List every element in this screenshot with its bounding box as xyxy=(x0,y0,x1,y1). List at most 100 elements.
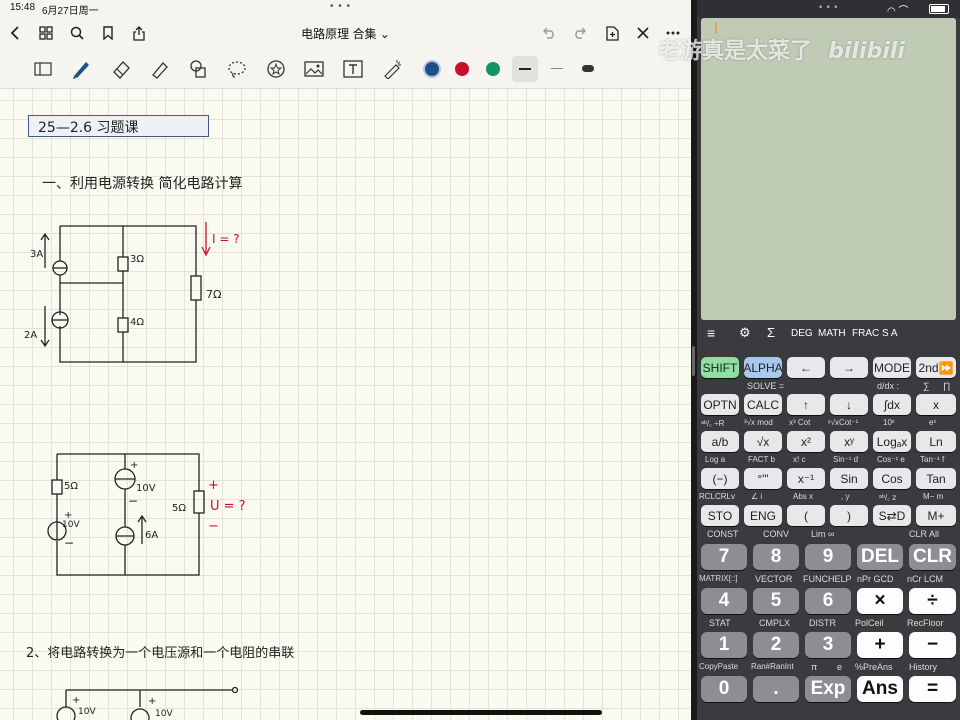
key-optn[interactable]: OPTN xyxy=(701,394,739,415)
stroke-hairline[interactable] xyxy=(551,68,563,69)
key-sto[interactable]: STO xyxy=(701,505,739,526)
key-left[interactable]: ← xyxy=(787,357,825,378)
key-1[interactable]: 1 xyxy=(701,632,747,658)
c2-v2-plus: + xyxy=(130,460,139,471)
key-square[interactable]: x² xyxy=(787,431,825,452)
key-dms[interactable]: °'" xyxy=(744,468,782,489)
sub3-0: Log a xyxy=(705,455,726,464)
stroke-thin-selected[interactable] xyxy=(512,56,538,82)
key-decimal[interactable]: . xyxy=(753,676,799,702)
key-cos[interactable]: Cos xyxy=(873,468,911,489)
key-right[interactable]: → xyxy=(830,357,868,378)
key-close-paren[interactable]: ) xyxy=(830,505,868,526)
undo-icon[interactable] xyxy=(538,22,560,44)
key-tan[interactable]: Tan xyxy=(916,468,956,489)
note-title: 25—2.6 习题课 xyxy=(38,120,139,136)
key-4[interactable]: 4 xyxy=(701,588,747,614)
key-up[interactable]: ↑ xyxy=(787,394,825,415)
key-x[interactable]: x xyxy=(916,394,956,415)
sub2-0: ᵃᵇ/꜀ ÷R xyxy=(701,419,725,428)
key-down[interactable]: ↓ xyxy=(830,394,868,415)
c2-i1-label: 6A xyxy=(145,530,159,541)
split-handle[interactable] xyxy=(692,346,695,376)
status-time: 15:48 xyxy=(10,2,36,13)
sub6-1: VECTOR xyxy=(755,574,793,584)
c3-v2-label: 10V xyxy=(155,709,173,719)
key-5[interactable]: 5 xyxy=(753,588,799,614)
sub3-3: Sin⁻¹ d xyxy=(833,455,859,464)
add-page-icon[interactable] xyxy=(601,22,623,44)
key-multiply[interactable]: × xyxy=(857,588,903,614)
sub7-1: CMPLX xyxy=(759,618,791,628)
key-9[interactable]: 9 xyxy=(805,544,851,570)
sigma-icon[interactable]: Σ xyxy=(767,325,775,340)
sub4-3: , y xyxy=(841,492,850,501)
key-0[interactable]: 0 xyxy=(701,676,747,702)
close-icon[interactable] xyxy=(632,22,654,44)
key-2[interactable]: 2 xyxy=(753,632,799,658)
settings-icon[interactable]: ⚙ xyxy=(739,325,751,341)
color-red[interactable] xyxy=(455,62,469,76)
key-shift[interactable]: SHIFT xyxy=(701,357,739,378)
key-minus[interactable]: − xyxy=(909,632,956,658)
calculator-topbar: • • • ◠ ⌒ xyxy=(697,0,960,18)
sidebar-icon[interactable] xyxy=(32,58,54,80)
pen-icon[interactable] xyxy=(70,58,92,80)
c3-v1-plus: + xyxy=(72,695,81,706)
key-equals[interactable]: = xyxy=(909,676,956,702)
highlighter-icon[interactable] xyxy=(148,58,170,80)
eraser-icon[interactable] xyxy=(110,58,132,80)
key-8[interactable]: 8 xyxy=(753,544,799,570)
key-plus[interactable]: + xyxy=(857,632,903,658)
key-power[interactable]: xʸ xyxy=(830,431,868,452)
color-green[interactable] xyxy=(486,62,500,76)
key-integral[interactable]: ∫dx xyxy=(873,394,911,415)
key-inverse[interactable]: x⁻¹ xyxy=(787,468,825,489)
key-sin[interactable]: Sin xyxy=(830,468,868,489)
key-negative[interactable]: (−) xyxy=(701,468,739,489)
stroke-thick[interactable] xyxy=(582,65,594,72)
note-canvas[interactable]: 25—2.6 习题课 一、利用电源转换 简化电路计算 3A 2A 3Ω 4Ω 7… xyxy=(0,89,691,720)
key-sqrt[interactable]: √x xyxy=(744,431,782,452)
c1-src2-label: 2A xyxy=(24,330,38,341)
mode-sa: S A xyxy=(882,328,898,339)
key-6[interactable]: 6 xyxy=(805,588,851,614)
circuit-1 xyxy=(40,222,211,363)
color-blue[interactable] xyxy=(423,60,441,78)
multitask-dots-icon[interactable]: • • • xyxy=(330,1,351,12)
key-frac[interactable]: a/b xyxy=(701,431,739,452)
key-2nd[interactable]: 2nd⏩ xyxy=(916,357,956,378)
key-eng[interactable]: ENG xyxy=(744,505,782,526)
c1-r3-label: 7Ω xyxy=(206,288,222,301)
key-del[interactable]: DEL xyxy=(857,544,903,570)
key-calc[interactable]: CALC xyxy=(744,394,782,415)
shapes-icon[interactable] xyxy=(187,58,209,80)
text-icon[interactable] xyxy=(342,58,364,80)
sub5-2: Lim ∞ xyxy=(811,529,835,539)
sticker-icon[interactable] xyxy=(265,58,287,80)
key-7[interactable]: 7 xyxy=(701,544,747,570)
key-alpha[interactable]: ALPHA xyxy=(743,357,783,378)
key-mode[interactable]: MODE xyxy=(873,357,911,378)
home-indicator[interactable] xyxy=(360,710,602,715)
redo-icon[interactable] xyxy=(569,22,591,44)
laser-icon[interactable] xyxy=(381,58,403,80)
key-sd[interactable]: S⇄D xyxy=(873,505,911,526)
sub3-2: x! c xyxy=(793,455,806,464)
image-icon[interactable] xyxy=(303,58,325,80)
c1-r1-label: 3Ω xyxy=(130,254,145,265)
sub-prod: ∏ xyxy=(943,381,951,391)
key-divide[interactable]: ÷ xyxy=(909,588,956,614)
key-ans[interactable]: Ans xyxy=(857,676,903,702)
lasso-icon[interactable] xyxy=(226,58,248,80)
key-mplus[interactable]: M+ xyxy=(916,505,956,526)
key-3[interactable]: 3 xyxy=(805,632,851,658)
key-ln[interactable]: Ln xyxy=(916,431,956,452)
menu-icon[interactable]: ≡ xyxy=(707,325,715,341)
multitask-dots-icon[interactable]: • • • xyxy=(819,2,838,12)
key-exp[interactable]: Exp xyxy=(805,676,851,702)
key-open-paren[interactable]: ( xyxy=(787,505,825,526)
key-log[interactable]: Logₐx xyxy=(873,431,911,452)
c2-v1-label: 10V xyxy=(62,520,80,530)
key-clr[interactable]: CLR xyxy=(909,544,956,570)
